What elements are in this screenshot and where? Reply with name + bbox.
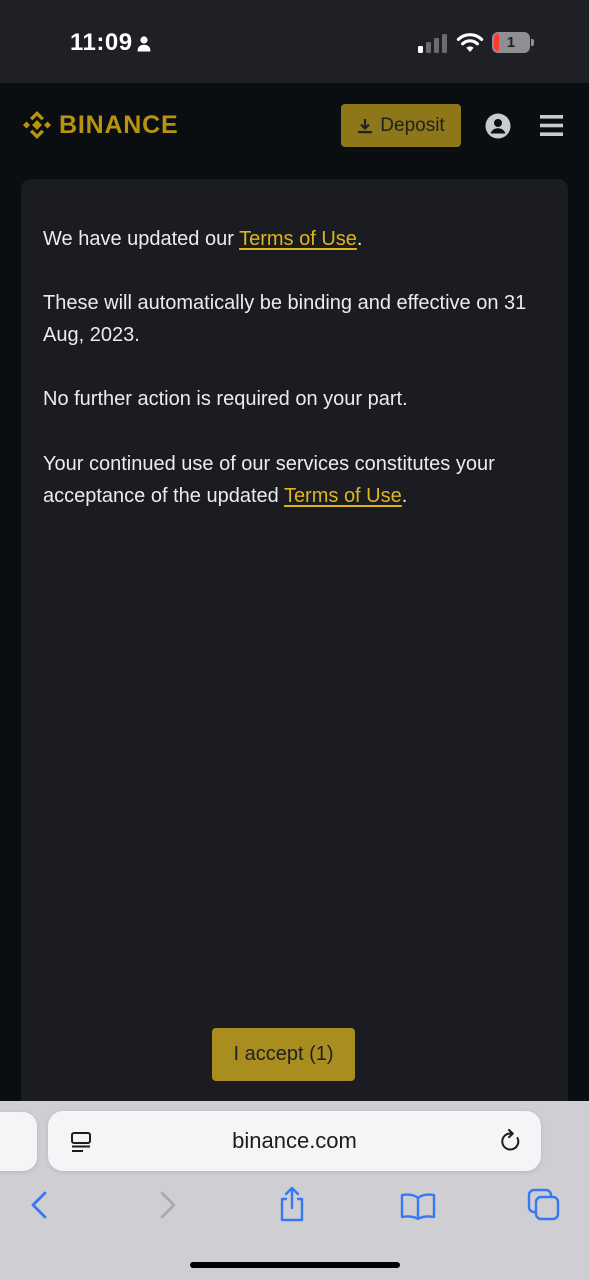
accept-button[interactable]: I accept (1) (212, 1028, 355, 1081)
status-bar: 11:09 1 (0, 0, 589, 83)
share-icon[interactable] (278, 1186, 306, 1222)
terms-paragraph-3: No further action is required on your pa… (43, 388, 408, 410)
site-header: BINANCE Deposit (0, 83, 589, 172)
menu-icon[interactable] (540, 114, 563, 137)
bookmarks-icon[interactable] (400, 1192, 436, 1220)
terms-dialog: We have updated our Terms of Use. These … (21, 179, 568, 1139)
battery-cap (531, 39, 534, 46)
terms-of-use-link[interactable]: Terms of Use (239, 228, 357, 250)
terms-paragraph-1: We have updated our Terms of Use. (43, 223, 543, 255)
wifi-icon (456, 33, 484, 52)
deposit-button[interactable]: Deposit (341, 104, 461, 147)
battery-level: 1 (506, 34, 516, 51)
forward-icon[interactable] (159, 1190, 177, 1220)
terms-text: We have updated our (43, 228, 240, 250)
account-icon[interactable] (485, 113, 511, 139)
person-icon (137, 36, 151, 52)
terms-text: Your continued use of our services const… (43, 453, 495, 507)
terms-of-use-link[interactable]: Terms of Use (284, 485, 402, 507)
terms-text: . (401, 485, 408, 507)
home-indicator (190, 1262, 400, 1268)
binance-logo[interactable]: BINANCE (22, 107, 179, 143)
binance-logo-icon (22, 111, 52, 139)
signal-icon (418, 34, 447, 53)
tabs-icon[interactable] (527, 1188, 560, 1221)
terms-text: . (356, 228, 363, 250)
deposit-label: Deposit (380, 114, 445, 136)
status-time: 11:09 (70, 29, 133, 56)
previous-tab[interactable] (0, 1112, 37, 1171)
download-icon (358, 118, 373, 133)
address-bar[interactable]: binance.com (48, 1111, 541, 1171)
reload-icon[interactable] (500, 1129, 522, 1153)
url-text: binance.com (232, 1128, 357, 1153)
back-icon[interactable] (30, 1190, 48, 1220)
battery-icon: 1 (492, 32, 530, 53)
terms-paragraph-4: Your continued use of our services const… (43, 448, 543, 512)
logo-text: BINANCE (59, 110, 179, 139)
terms-paragraph-2: These will automatically be binding and … (43, 292, 527, 346)
screen: 11:09 1 BINANCE Deposit We have updated … (0, 0, 589, 1280)
